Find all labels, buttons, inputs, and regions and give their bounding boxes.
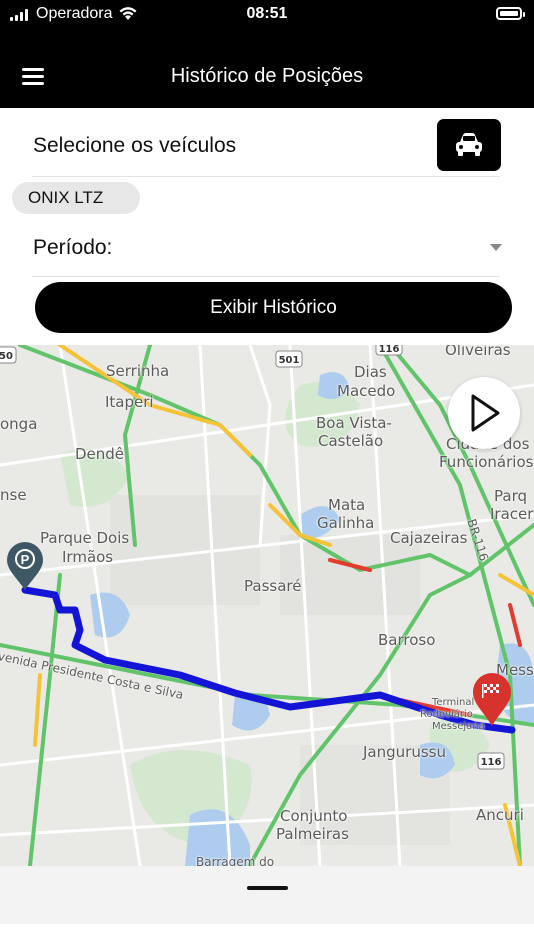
map-label: Conjunto [280, 807, 348, 825]
selected-vehicle-chip[interactable]: ONIX LTZ [12, 182, 140, 214]
bottom-sheet-handle[interactable] [247, 886, 288, 890]
vehicle-selector-label: Selecione os veículos [33, 134, 237, 157]
map-label: Palmeiras [276, 825, 349, 843]
map-label: Parq [494, 487, 527, 505]
car-icon [456, 133, 482, 156]
map-label: Iracer [490, 505, 534, 523]
period-label: Período: [33, 236, 113, 259]
map-label: Irmãos [62, 548, 114, 566]
checkered-flag-pin-icon[interactable] [470, 670, 514, 728]
play-icon [471, 394, 500, 432]
svg-text:116: 116 [379, 345, 400, 355]
map-view[interactable]: 501 116 116 50 Serrinha Itaperi Dendê on… [0, 345, 534, 866]
map-label: Galinha [317, 514, 375, 532]
map-label: Boa Vista- [316, 414, 392, 432]
dropdown-caret-icon [490, 244, 502, 251]
map-label: Oliveiras [445, 345, 511, 359]
vehicle-selector: Selecione os veículos [32, 110, 501, 177]
map-label: Ancuri [476, 806, 524, 824]
map-label: Mata [328, 496, 366, 514]
map-label: Serrinha [106, 362, 170, 380]
map-label: Barroso [378, 631, 436, 649]
status-bar: Operadora 08:51 [0, 0, 534, 28]
battery-icon [496, 7, 525, 20]
svg-text:501: 501 [279, 355, 300, 366]
map-label: Rodoviário [420, 709, 473, 720]
period-selector[interactable]: Período: [32, 222, 502, 277]
show-history-button[interactable]: Exibir Histórico [35, 282, 512, 333]
map-label: Itaperi [105, 393, 154, 411]
map-label: Funcionários [439, 453, 534, 471]
map-label: Barragem do [196, 855, 275, 866]
clock: 08:51 [246, 5, 288, 22]
bottom-sheet [0, 866, 534, 924]
select-vehicle-button[interactable] [437, 119, 501, 171]
bottom-padding [0, 924, 534, 950]
parking-pin-icon[interactable]: P [3, 540, 47, 592]
map-label: Castelão [318, 432, 384, 450]
map-label: Jangurussu [363, 743, 446, 761]
app-header: Histórico de Posições [0, 28, 534, 108]
map-label: onga [0, 415, 38, 433]
play-route-button[interactable] [448, 377, 520, 449]
map-label: Terminal [432, 697, 475, 708]
page-title: Histórico de Posições [170, 65, 364, 87]
map-label: Dendê [75, 445, 125, 463]
map-label: nse [0, 486, 27, 504]
svg-text:P: P [21, 552, 30, 567]
map-label: Dias [354, 363, 387, 381]
map-label: Passaré [244, 577, 302, 595]
svg-text:50: 50 [0, 351, 13, 362]
map-label: Macedo [337, 382, 396, 400]
map-label: Parque Dois [40, 529, 130, 547]
map-label: Cajazeiras [390, 529, 468, 547]
svg-text:116: 116 [481, 757, 502, 768]
